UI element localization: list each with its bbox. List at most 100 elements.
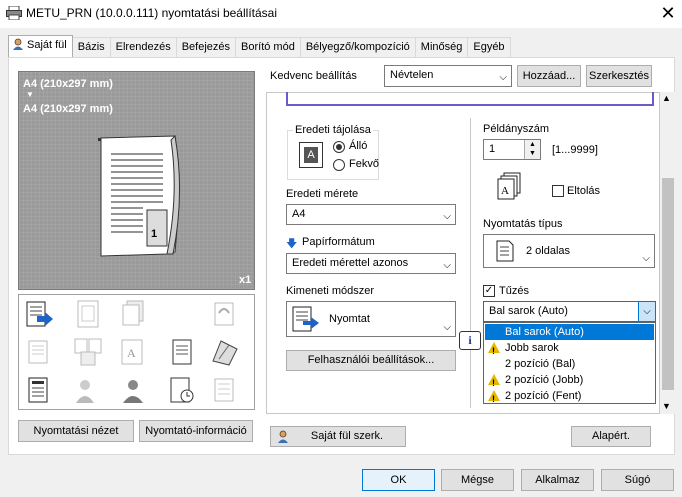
orientation-preview-icon: A — [299, 142, 323, 168]
landscape-radio[interactable] — [333, 159, 345, 171]
header-page-icon[interactable] — [25, 375, 55, 405]
tab-quality[interactable]: Minőség — [414, 37, 469, 57]
preview-arrow: ▼ — [26, 90, 34, 99]
chevron-down-icon: ⌵ — [443, 211, 451, 222]
preview-page-number: 1 — [151, 228, 158, 240]
printer-info-button[interactable]: Nyomtató-információ — [139, 420, 253, 442]
apply-button[interactable]: Alkalmaz — [521, 469, 594, 491]
duplex-page-icon — [496, 240, 514, 262]
account-track-icon[interactable] — [119, 375, 149, 405]
document-preview-icon — [98, 134, 181, 257]
preview-original-size: A4 (210x297 mm) — [23, 78, 113, 90]
user-icon — [12, 38, 24, 50]
top-group-border — [286, 92, 654, 106]
output-method-select[interactable]: Nyomtat ⌵ — [286, 301, 456, 337]
text-layout-icon[interactable]: A — [119, 337, 149, 367]
user-settings-button[interactable]: Felhasználói beállítások... — [286, 350, 456, 371]
multiple-pages-icon[interactable] — [119, 299, 149, 329]
output-method-label: Kimeneti módszer — [286, 285, 375, 297]
print-type-label: Nyomtatás típus — [483, 218, 563, 230]
chevron-down-icon: ⌵ — [499, 72, 507, 83]
copies-range: [1...9999] — [552, 144, 598, 156]
staple-label: Tűzés — [499, 285, 529, 297]
staple-option[interactable]: 2 pozíció (Bal) — [485, 356, 654, 372]
chevron-down-icon: ⌵ — [443, 322, 451, 333]
tab-basis[interactable]: Bázis — [71, 37, 111, 57]
user-auth-icon[interactable] — [73, 375, 103, 405]
scrollbar-thumb[interactable] — [662, 178, 674, 390]
orientation-letter: A — [304, 147, 318, 163]
warning-icon — [488, 390, 500, 407]
n-up-icon[interactable] — [25, 337, 55, 367]
own-tab-edit-button[interactable]: Saját fül szerk. — [270, 426, 406, 447]
defaults-button[interactable]: Alapért. — [571, 426, 651, 447]
function-icon-grid: A — [18, 294, 255, 410]
staple-option[interactable]: Bal sarok (Auto) — [485, 324, 654, 340]
help-button[interactable]: Súgó — [601, 469, 674, 491]
staple-finisher-icon[interactable] — [209, 337, 239, 367]
tab-layout[interactable]: Elrendezés — [109, 37, 177, 57]
orientation-label: Eredeti tájolása — [293, 124, 373, 136]
scheduled-print-icon[interactable] — [167, 375, 197, 405]
rotate-icon[interactable] — [209, 299, 239, 329]
combine-icon[interactable] — [73, 337, 103, 367]
tab-own[interactable]: Saját fül — [8, 35, 73, 57]
scroll-down-icon[interactable]: ▼ — [662, 401, 671, 411]
preview-copies-badge: x1 — [239, 274, 252, 286]
edit-favorite-button[interactable]: Szerkesztés — [586, 65, 652, 87]
output-print-icon — [292, 306, 319, 332]
document-outline-icon[interactable] — [167, 337, 197, 367]
original-size-select[interactable]: A4 ⌵ — [286, 204, 456, 225]
paper-size-value: Eredeti mérettel azonos — [292, 257, 409, 269]
paper-stack-icon[interactable] — [209, 375, 239, 405]
info-icon[interactable]: i — [459, 331, 481, 350]
print-type-value: 2 oldalas — [526, 245, 571, 257]
staple-option[interactable]: Jobb sarok — [485, 340, 654, 359]
offset-checkbox[interactable] — [552, 185, 564, 197]
staple-option[interactable]: 2 pozíció (Fent) — [485, 388, 654, 407]
original-size-value: A4 — [292, 208, 306, 220]
window-title: METU_PRN (10.0.0.111) nyomtatási beállít… — [26, 6, 277, 20]
warning-icon — [488, 374, 500, 391]
landscape-label: Fekvő — [349, 158, 379, 170]
copies-spinner[interactable]: ▲ ▼ — [524, 140, 540, 159]
column-divider — [470, 118, 471, 408]
scroll-up-icon[interactable]: ▲ — [662, 93, 671, 103]
cancel-button[interactable]: Mégse — [441, 469, 514, 491]
tab-bar: Saját fül Bázis Elrendezés Befejezés Bor… — [8, 35, 511, 57]
print-view-button[interactable]: Nyomtatási nézet — [18, 420, 134, 442]
paper-size-label: Papírformátum — [302, 236, 375, 248]
svg-text:A: A — [501, 185, 509, 197]
staple-option[interactable]: 2 pozíció (Jobb) — [485, 372, 654, 391]
copies-stack-icon: A — [497, 172, 521, 200]
preview-paper-size: A4 (210x297 mm) — [23, 103, 113, 115]
chevron-down-icon[interactable]: ⌵ — [638, 302, 655, 321]
print-type-select[interactable]: 2 oldalas ⌵ — [483, 234, 655, 268]
arrow-down-icon: 🡇 — [286, 238, 298, 250]
copies-value: 1 — [489, 143, 496, 155]
ok-button[interactable]: OK — [362, 469, 435, 491]
close-button[interactable]: ✕ — [655, 1, 681, 25]
favorite-value: Névtelen — [390, 69, 434, 81]
staple-option-label: Bal sarok (Auto) — [505, 326, 584, 338]
staple-option-label: 2 pozíció (Bal) — [505, 358, 576, 370]
tab-cover-mode[interactable]: Borító mód — [235, 37, 301, 57]
printer-icon — [6, 6, 22, 20]
own-tab-edit-label: Saját fül szerk. — [310, 430, 384, 442]
add-favorite-button[interactable]: Hozzáad... — [517, 65, 581, 87]
output-print-icon[interactable] — [25, 299, 55, 329]
original-size-label: Eredeti mérete — [286, 188, 359, 200]
tab-finishing[interactable]: Befejezés — [175, 37, 237, 57]
page-preview: A4 (210x297 mm) ▼ A4 (210x297 mm) 1 x1 — [18, 71, 255, 290]
user-icon — [278, 430, 288, 443]
staple-checkbox[interactable]: ✓ — [483, 285, 495, 297]
chevron-down-icon: ⌵ — [642, 253, 650, 264]
tab-stamp[interactable]: Bélyegző/kompozíció — [299, 37, 416, 57]
paper-size-select[interactable]: Eredeti mérettel azonos ⌵ — [286, 253, 456, 274]
staple-select[interactable]: Bal sarok (Auto) ⌵ — [483, 301, 656, 322]
tab-other[interactable]: Egyéb — [467, 37, 511, 57]
portrait-radio[interactable] — [333, 141, 345, 153]
booklet-icon[interactable] — [73, 299, 103, 329]
output-method-value: Nyomtat — [329, 313, 370, 325]
favorite-select[interactable]: Névtelen ⌵ — [384, 65, 512, 87]
